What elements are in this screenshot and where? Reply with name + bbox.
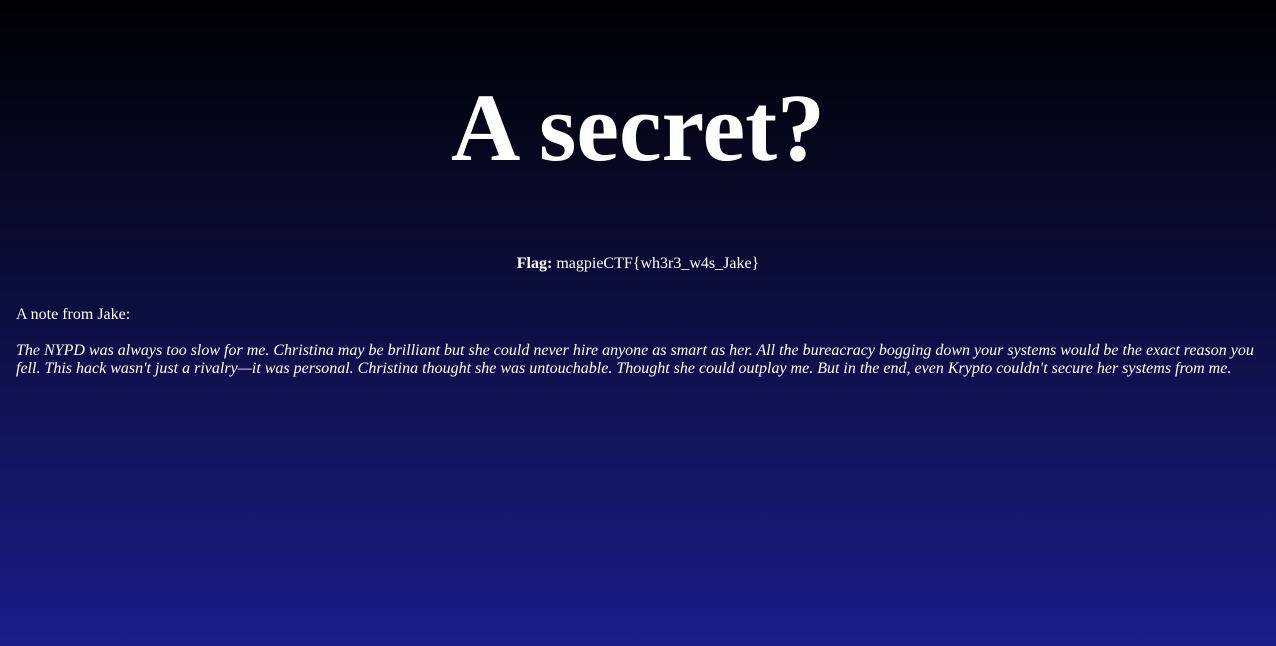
note-body: The NYPD was always too slow for me. Chr… bbox=[16, 342, 1254, 377]
flag-value: magpieCTF{wh3r3_w4s_Jake} bbox=[556, 255, 760, 272]
flag-line: Flag: magpieCTF{wh3r3_w4s_Jake} bbox=[0, 255, 1276, 273]
page-container: A secret? Flag: magpieCTF{wh3r3_w4s_Jake… bbox=[0, 0, 1276, 646]
page-title: A secret? bbox=[450, 74, 826, 181]
flag-label: Flag: bbox=[516, 255, 553, 272]
note-heading: A note from Jake: bbox=[16, 306, 131, 323]
